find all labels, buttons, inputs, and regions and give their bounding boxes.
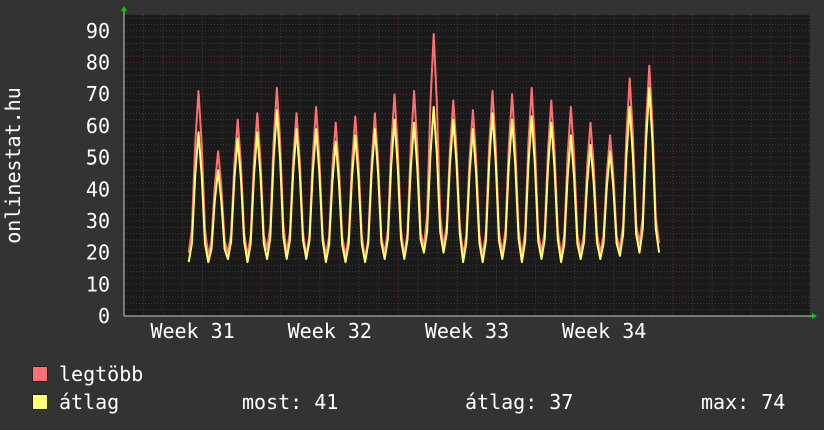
legend-label-avg: átlag bbox=[59, 390, 120, 414]
y-tick-label: 10 bbox=[86, 272, 110, 296]
legend-row-avg: átlag most: 41 átlag: 37 max: 74 bbox=[32, 391, 812, 413]
y-tick-label: 20 bbox=[86, 241, 110, 265]
y-tick-label: 90 bbox=[86, 19, 110, 43]
x-tick-label: Week 34 bbox=[562, 319, 646, 343]
x-tick-label: Week 32 bbox=[288, 319, 372, 343]
y-tick-label: 60 bbox=[86, 114, 110, 138]
stat-average: átlag: 37 bbox=[465, 390, 574, 414]
y-tick-label: 50 bbox=[86, 146, 110, 170]
chart-stage: 0 10 20 30 40 50 60 70 80 90 Week 31 Week 32 Week 33… bbox=[0, 0, 824, 430]
y-axis-title: onlinestat.hu bbox=[1, 87, 25, 244]
traffic-chart: 0 10 20 30 40 50 60 70 80 90 Week 31 Week 32 Week 33… bbox=[1, 6, 817, 343]
x-tick-label: Week 33 bbox=[425, 319, 509, 343]
y-tick-label: 0 bbox=[98, 304, 110, 328]
legend-swatch-max bbox=[32, 366, 48, 382]
x-axis-arrow bbox=[812, 313, 817, 319]
y-tick-label: 40 bbox=[86, 177, 110, 201]
y-tick-label: 70 bbox=[86, 82, 110, 106]
stat-current: most: 41 bbox=[242, 390, 339, 414]
y-tick-label: 80 bbox=[86, 51, 110, 75]
plot-background bbox=[124, 15, 810, 316]
y-tick-label: 30 bbox=[86, 209, 110, 233]
y-axis-arrow bbox=[121, 6, 127, 11]
legend-swatch-avg bbox=[32, 394, 48, 410]
x-tick-label: Week 31 bbox=[150, 319, 234, 343]
stat-max: max: 74 bbox=[701, 390, 786, 414]
legend-label-max: legtöbb bbox=[59, 362, 144, 386]
